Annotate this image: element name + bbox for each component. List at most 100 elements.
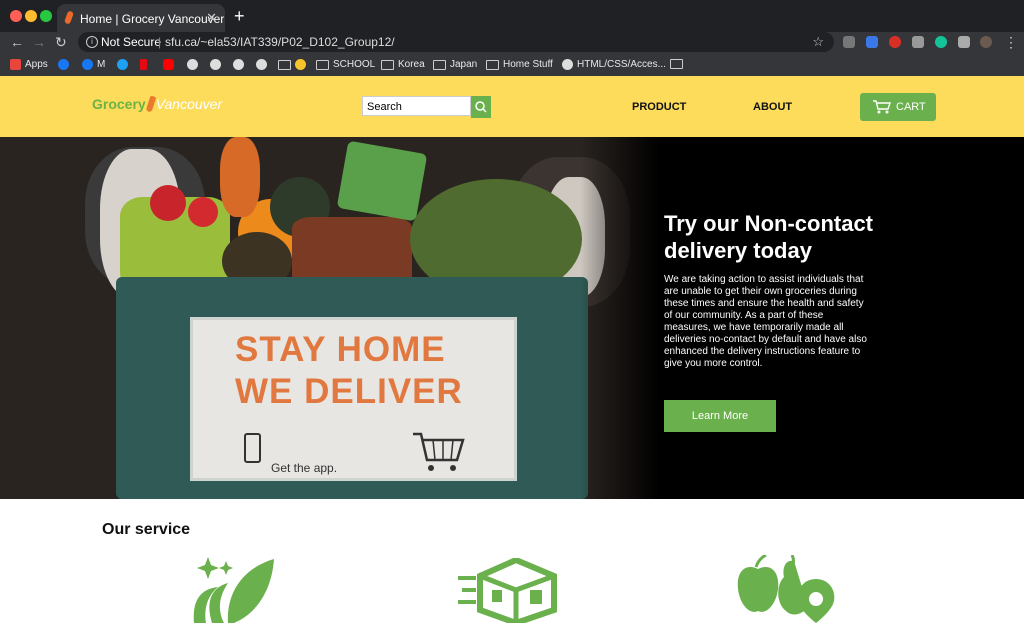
learn-more-button[interactable]: Learn More (664, 400, 776, 432)
reload-icon[interactable]: ↻ (55, 32, 67, 52)
grammarly-extension-icon[interactable] (935, 36, 947, 48)
bookmark-html-css[interactable]: HTML/CSS/Acces... (562, 59, 666, 70)
bookmark-label: Korea (398, 59, 425, 70)
profile-avatar[interactable] (980, 36, 992, 48)
search-input[interactable]: Search (362, 96, 471, 116)
extension-icon[interactable] (912, 36, 924, 48)
kebab-menu-icon[interactable]: ⋮ (1004, 32, 1018, 52)
bookmark-globe[interactable] (187, 59, 198, 70)
bookmark-label: M (97, 59, 106, 70)
translate-extension-icon[interactable] (866, 36, 878, 48)
sign-app-text: Get the app. (271, 461, 338, 475)
security-label: Not Secure (101, 35, 162, 49)
bookmark-facebook[interactable] (58, 59, 69, 70)
folder-icon (278, 59, 291, 70)
bookmark-globe[interactable] (233, 59, 244, 70)
search-form: Search (362, 96, 491, 118)
cart-button[interactable]: CART (860, 93, 936, 121)
bookmark-youtube[interactable] (163, 59, 174, 70)
bookmark-folder-korea[interactable]: Korea (381, 59, 425, 70)
bookmark-globe[interactable] (256, 59, 267, 70)
browser-tab[interactable]: Home | Grocery Vancouver ✕ (57, 4, 225, 32)
bookmark-label: SCHOOL (333, 59, 376, 70)
fresh-leaf-icon (193, 557, 274, 623)
search-icon (475, 101, 487, 113)
nav-product-link[interactable]: PRODUCT (632, 101, 686, 113)
phone-icon (244, 433, 261, 463)
folder-icon (433, 59, 446, 70)
folder-icon (381, 59, 394, 70)
folder-icon (486, 59, 499, 70)
new-tab-button[interactable]: + (234, 6, 245, 27)
facebook-icon (58, 59, 69, 70)
bookmark-netflix[interactable] (140, 59, 147, 70)
search-button[interactable] (471, 96, 491, 118)
bookmark-apps[interactable]: Apps (10, 59, 48, 70)
bookmark-label: Apps (25, 59, 48, 70)
facebook-icon (82, 59, 93, 70)
address-bar[interactable]: i Not Secure | sfu.ca/~ela53/IAT339/P02_… (78, 32, 834, 52)
logo-vancouver-text: Vancouver (155, 96, 223, 112)
info-icon[interactable]: i (86, 36, 98, 48)
back-arrow-icon[interactable]: ← (10, 32, 24, 52)
browser-toolbar: ← → ↻ i Not Secure | sfu.ca/~ela53/IAT33… (0, 32, 1024, 54)
shopping-cart-icon (413, 432, 465, 471)
logo-grocery-text: Grocery (92, 96, 146, 112)
youtube-icon (163, 59, 174, 70)
bookmark-facebook-m[interactable]: M (82, 59, 105, 70)
smiley-icon (295, 59, 306, 70)
shopping-cart-icon (873, 100, 891, 114)
site-logo[interactable]: Grocery Vancouver (92, 95, 223, 113)
bookmark-label: Home Stuff (503, 59, 553, 70)
bookmark-folder-emoji[interactable] (278, 59, 306, 70)
bookmark-folder-japan[interactable]: Japan (433, 59, 477, 70)
bookmark-twitter[interactable] (117, 59, 128, 70)
hero-banner: STAY HOME WE DELIVER Get the app. Try ou… (0, 137, 1024, 499)
close-tab-icon[interactable]: ✕ (206, 10, 217, 26)
bookmark-label: Japan (450, 59, 478, 70)
bookmark-folder[interactable] (670, 59, 683, 69)
bookmarks-bar: Apps M SCHOOL Korea Japan Home Stuff HTM… (0, 54, 1024, 76)
close-window-button[interactable] (10, 10, 22, 22)
apps-grid-icon (10, 59, 21, 70)
carrot-shape (220, 137, 260, 217)
adblock-extension-icon[interactable] (889, 36, 901, 48)
tab-title: Home | Grocery Vancouver (80, 12, 225, 26)
minimize-window-button[interactable] (25, 10, 37, 22)
sign-line-2: WE DELIVER (235, 372, 463, 411)
local-produce-location-icon (737, 555, 835, 623)
forward-arrow-icon[interactable]: → (32, 32, 46, 52)
carrot-favicon-icon (63, 10, 75, 25)
bookmark-label: HTML/CSS/Acces... (577, 59, 666, 70)
folder-icon (316, 59, 329, 70)
puzzle-extensions-icon[interactable] (958, 36, 970, 48)
juice-carton-shape (336, 140, 428, 222)
tomato-shape (188, 197, 218, 227)
netflix-icon (140, 59, 147, 70)
bookmark-folder-school[interactable]: SCHOOL (316, 59, 375, 70)
url-text[interactable]: sfu.ca/~ela53/IAT339/P02_D102_Group12/ (165, 32, 395, 52)
divider: | (158, 35, 162, 49)
hero-description: We are taking action to assist individua… (664, 274, 867, 369)
site-header: Grocery Vancouver Search PRODUCT ABOUT CA… (0, 76, 1024, 137)
extension-icon[interactable] (843, 36, 855, 48)
globe-icon (562, 59, 573, 70)
hero-photo: STAY HOME WE DELIVER Get the app. (0, 137, 660, 499)
sign-line-1: STAY HOME (235, 330, 446, 369)
folder-icon (670, 59, 683, 69)
maximize-window-button[interactable] (40, 10, 52, 22)
hero-title: Try our Non-contact delivery today (664, 211, 874, 263)
globe-icon (233, 59, 244, 70)
globe-icon (210, 59, 221, 70)
browser-tabstrip: Home | Grocery Vancouver ✕ + (0, 0, 1024, 32)
cart-label: CART (896, 101, 926, 113)
bookmark-folder-home-stuff[interactable]: Home Stuff (486, 59, 553, 70)
globe-icon (256, 59, 267, 70)
bookmark-globe[interactable] (210, 59, 221, 70)
tomato-shape (150, 185, 186, 221)
twitter-icon (117, 59, 128, 70)
globe-icon (187, 59, 198, 70)
carrot-icon (145, 95, 157, 113)
nav-about-link[interactable]: ABOUT (753, 101, 792, 113)
bookmark-star-icon[interactable]: ☆ (812, 32, 824, 52)
